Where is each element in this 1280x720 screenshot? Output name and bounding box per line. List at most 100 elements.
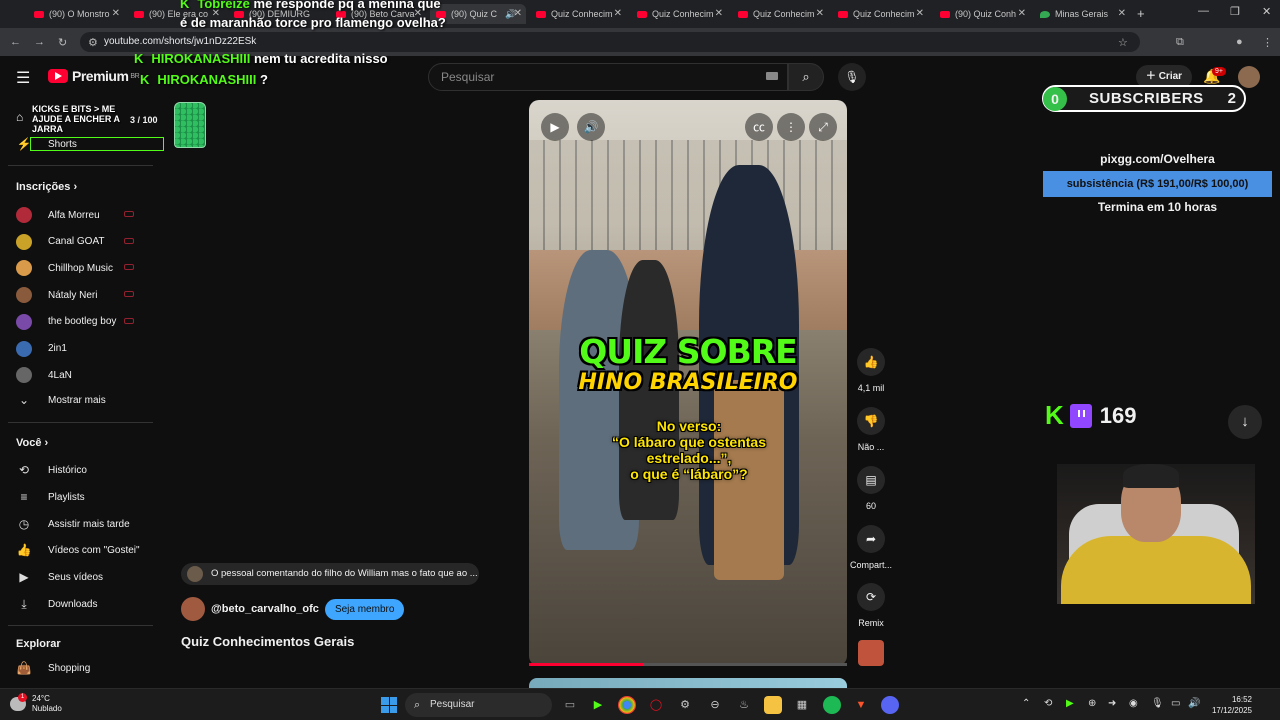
close-tab-icon[interactable]: ✕ bbox=[614, 8, 622, 19]
tray-icon[interactable]: ▶ bbox=[1066, 698, 1074, 709]
close-window-button[interactable]: ✕ bbox=[1262, 5, 1271, 18]
back-icon[interactable]: ← bbox=[10, 36, 21, 48]
browser-tab[interactable]: (90) O Monstro ✕ bbox=[28, 4, 124, 24]
sidebar-item-watch-later[interactable]: ◷ Assistir mais tarde bbox=[16, 517, 130, 531]
spotify-icon[interactable] bbox=[823, 696, 841, 714]
channel-name[interactable]: @beto_carvalho_ofc bbox=[211, 603, 319, 615]
chevron-up-icon[interactable]: ⌃ bbox=[1022, 698, 1030, 709]
address-bar[interactable]: youtube.com/shorts/jw1nDz22ESk bbox=[80, 32, 1140, 52]
sidebar-channel[interactable]: Alfa Morreu bbox=[16, 207, 100, 223]
hamburger-menu-icon[interactable]: ☰ bbox=[16, 68, 30, 88]
account-avatar[interactable] bbox=[1238, 66, 1260, 88]
browser-tab[interactable]: Quiz Conhecim ✕ bbox=[631, 4, 727, 24]
play-button[interactable]: ▶ bbox=[541, 113, 569, 141]
join-button[interactable]: Seja membro bbox=[324, 598, 405, 620]
close-tab-icon[interactable]: ✕ bbox=[514, 8, 522, 19]
search-input[interactable]: Pesquisar bbox=[428, 63, 788, 91]
volume-icon[interactable]: 🔊 bbox=[1188, 698, 1200, 709]
browser-tab[interactable]: Quiz Conhecim ✕ bbox=[832, 4, 928, 24]
app-icon[interactable]: ▶ bbox=[589, 696, 607, 714]
tray-icon[interactable]: ⊕ bbox=[1088, 698, 1096, 709]
like-button[interactable]: 👍 4,1 mil bbox=[856, 348, 886, 393]
sidebar-channel[interactable]: the bootleg boy bbox=[16, 313, 116, 330]
sidebar-channel[interactable]: 2in1 bbox=[16, 340, 67, 357]
tray-icon[interactable]: ➜ bbox=[1108, 698, 1116, 709]
task-view-icon[interactable]: ▭ bbox=[561, 696, 579, 714]
site-info-icon[interactable]: ⚙ bbox=[88, 36, 98, 49]
sidebar-item-shopping[interactable]: 👜 Shopping bbox=[16, 661, 91, 675]
new-tab-button[interactable]: + bbox=[1137, 6, 1145, 21]
sidebar-channel[interactable]: Canal GOAT bbox=[16, 233, 105, 250]
short-video-player[interactable]: ▶ 🔊 ㏄ ⋮ ⤢ QUIZ SOBRE HINO BRASILEIRO No … bbox=[529, 100, 847, 666]
browser-tab[interactable]: (90) Quiz Conh ✕ bbox=[934, 4, 1030, 24]
cloud-icon: 1 bbox=[10, 693, 27, 711]
video-title[interactable]: Quiz Conhecimentos Gerais bbox=[181, 634, 354, 649]
app-icon[interactable]: ⊖ bbox=[706, 696, 724, 714]
subscriptions-heading[interactable]: Inscrições › bbox=[16, 181, 77, 193]
channel-avatar[interactable] bbox=[181, 597, 205, 621]
sidebar-item-downloads[interactable]: ⤓ Downloads bbox=[16, 597, 97, 612]
microphone-icon[interactable]: 🎙 bbox=[1151, 698, 1164, 709]
forward-icon[interactable]: → bbox=[34, 36, 45, 48]
weather-widget[interactable]: 1 24°C Nublado bbox=[10, 693, 62, 714]
steam-icon[interactable]: ♨ bbox=[735, 696, 753, 714]
youtube-premium-logo[interactable]: Premium BR bbox=[48, 68, 140, 84]
menu-dots-icon[interactable]: ⋮ bbox=[1262, 36, 1273, 49]
browser-tab[interactable]: Minas Gerais ✕ bbox=[1034, 4, 1130, 24]
tray-icon[interactable]: ⟲ bbox=[1044, 698, 1052, 709]
tray-icon[interactable]: ◉ bbox=[1129, 698, 1138, 709]
sidebar-item-your-videos[interactable]: ▶ Seus vídeos bbox=[16, 570, 103, 584]
profile-icon[interactable]: ● bbox=[1236, 36, 1243, 48]
close-tab-icon[interactable]: ✕ bbox=[112, 8, 120, 19]
file-explorer-icon[interactable] bbox=[764, 696, 782, 714]
voice-search-button[interactable]: 🎙 bbox=[838, 63, 866, 91]
close-tab-icon[interactable]: ✕ bbox=[816, 8, 824, 19]
opera-icon[interactable]: ◯ bbox=[647, 696, 665, 714]
minimize-button[interactable]: — bbox=[1198, 5, 1209, 17]
next-short-preview[interactable] bbox=[529, 678, 847, 688]
share-button[interactable]: ➦ Compart... bbox=[850, 525, 892, 570]
search-button[interactable]: ⌕ bbox=[788, 63, 824, 91]
taskbar-search[interactable]: ⌕ Pesquisar bbox=[405, 693, 552, 717]
app-icon[interactable]: ⚙ bbox=[676, 696, 694, 714]
jar-goal-label: KICKS E BITS > ME AJUDE A ENCHER A JARRA bbox=[32, 104, 120, 134]
sidebar-channel[interactable]: Chillhop Music bbox=[16, 260, 113, 277]
show-more-button[interactable]: ⌄ Mostrar mais bbox=[16, 393, 106, 407]
volume-button[interactable]: 🔊 bbox=[577, 113, 605, 141]
windows-start-button[interactable] bbox=[381, 697, 397, 713]
system-clock[interactable]: 16:52 17/12/2025 bbox=[1206, 694, 1252, 716]
reload-icon[interactable]: ↻ bbox=[58, 36, 67, 49]
browser-tab[interactable]: Quiz Conhecim ✕ bbox=[732, 4, 828, 24]
app-icon[interactable]: ▦ bbox=[793, 696, 811, 714]
fullscreen-button[interactable]: ⤢ bbox=[809, 113, 837, 141]
close-tab-icon[interactable]: ✕ bbox=[916, 8, 924, 19]
close-tab-icon[interactable]: ✕ bbox=[715, 8, 723, 19]
more-options-button[interactable]: ⋮ bbox=[777, 113, 805, 141]
remix-button[interactable]: ⟳ Remix bbox=[856, 583, 886, 628]
next-short-button[interactable]: ↓ bbox=[1228, 405, 1262, 439]
close-tab-icon[interactable]: ✕ bbox=[1118, 8, 1126, 19]
browser-tab[interactable]: Quiz Conhecim ✕ bbox=[530, 4, 626, 24]
you-heading[interactable]: Você › bbox=[16, 437, 48, 449]
network-icon[interactable]: ▭ bbox=[1171, 698, 1180, 709]
sidebar-item-playlists[interactable]: ≡ Playlists bbox=[16, 490, 84, 504]
captions-button[interactable]: ㏄ bbox=[745, 113, 773, 141]
home-icon[interactable]: ⌂ bbox=[16, 110, 23, 124]
sidebar-channel[interactable]: Nátaly Neri bbox=[16, 287, 97, 304]
maximize-button[interactable]: ❐ bbox=[1230, 5, 1240, 18]
channel-thumbnail[interactable] bbox=[858, 640, 884, 666]
sidebar-channel[interactable]: 4LaN bbox=[16, 367, 72, 384]
brave-icon[interactable]: ▼ bbox=[852, 696, 870, 714]
video-progress-bar[interactable] bbox=[529, 663, 847, 666]
extensions-icon[interactable]: ⧉ bbox=[1176, 36, 1184, 49]
keyboard-icon[interactable] bbox=[766, 72, 778, 80]
comments-button[interactable]: ▤ 60 bbox=[856, 466, 886, 511]
comment-preview[interactable]: O pessoal comentando do filho do William… bbox=[181, 563, 479, 585]
close-tab-icon[interactable]: ✕ bbox=[1018, 8, 1026, 19]
sidebar-item-liked[interactable]: 👍 Vídeos com "Gostei" bbox=[16, 543, 140, 557]
dislike-button[interactable]: 👎 Não ... bbox=[856, 407, 886, 452]
chrome-icon[interactable] bbox=[618, 696, 636, 714]
discord-icon[interactable] bbox=[881, 696, 899, 714]
bookmark-star-icon[interactable]: ☆ bbox=[1118, 36, 1128, 49]
sidebar-item-history[interactable]: ⟲ Histórico bbox=[16, 463, 87, 477]
